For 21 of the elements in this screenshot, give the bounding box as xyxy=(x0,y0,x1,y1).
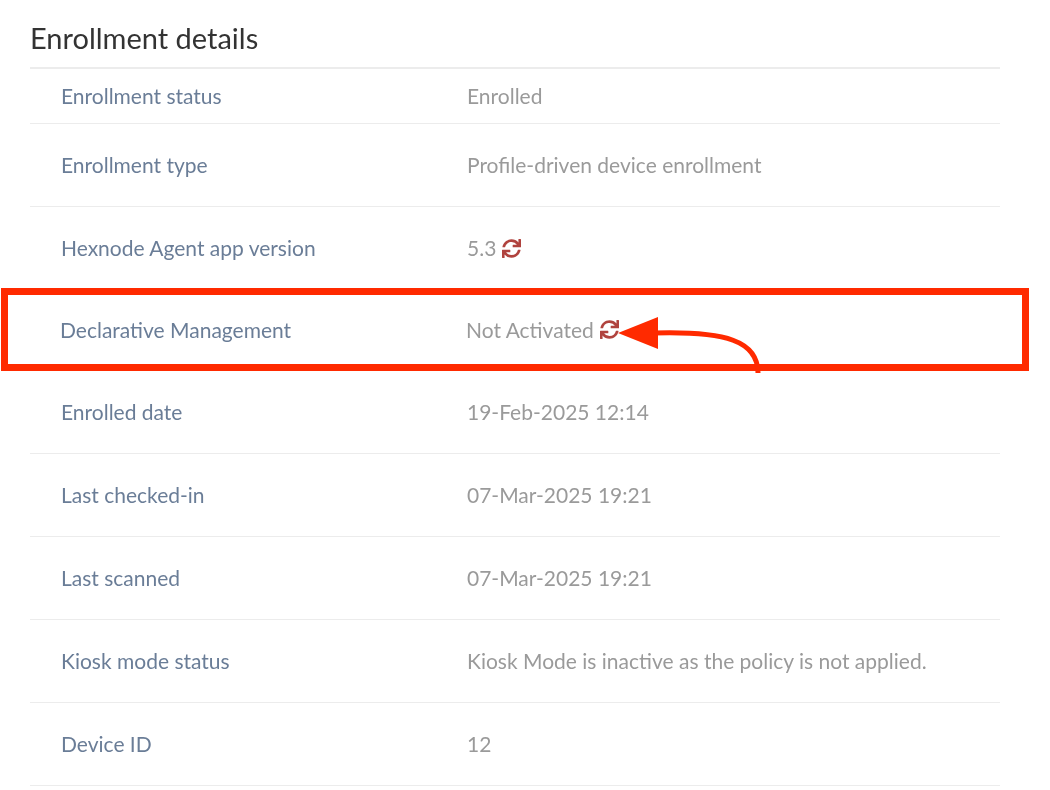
field-label: Last scanned xyxy=(61,564,182,593)
field-value: 5.3 xyxy=(467,234,497,263)
field-label: Last checked-in xyxy=(61,481,206,510)
field-value: 12 xyxy=(467,730,492,759)
section-title: Enrollment details xyxy=(30,16,1000,69)
field-label: Declarative Management xyxy=(60,315,293,344)
field-value: 19-Feb-2025 12:14 xyxy=(467,398,649,427)
field-value: 07-Mar-2025 19:21 xyxy=(467,564,652,593)
field-label: Hexnode Agent app version xyxy=(61,234,317,263)
field-value: Kiosk Mode is inactive as the policy is not applied. xyxy=(467,647,927,676)
field-value: 07-Mar-2025 19:21 xyxy=(467,481,652,510)
field-label: Enrollment status xyxy=(61,82,223,111)
field-label: Enrollment type xyxy=(61,151,209,180)
field-label: Device ID xyxy=(61,730,153,759)
refresh-icon[interactable] xyxy=(599,320,619,339)
field-label: Kiosk mode status xyxy=(61,647,231,676)
field-value: Not Activated xyxy=(466,315,594,344)
field-value: Profile-driven device enrollment xyxy=(467,151,762,180)
field-label: Enrolled date xyxy=(61,398,184,427)
refresh-icon[interactable] xyxy=(502,238,522,258)
field-value: Enrolled xyxy=(467,82,543,111)
